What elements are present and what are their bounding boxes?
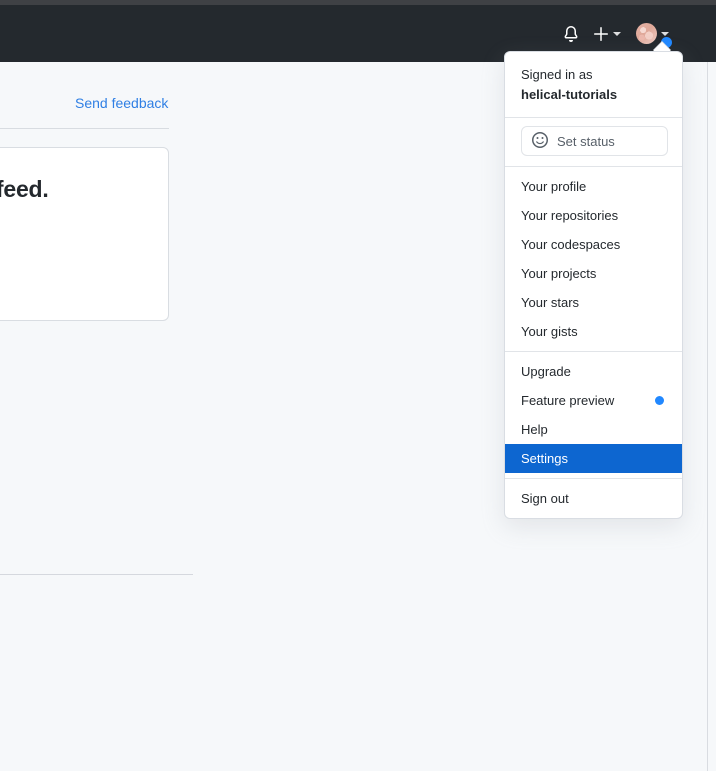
bell-icon (563, 25, 579, 42)
menu-item-help[interactable]: Help (505, 415, 682, 444)
signed-in-username: helical-tutorials (521, 87, 618, 102)
lower-divider (0, 574, 193, 575)
dropdown-group-account: Upgrade Feature preview Help Settings (505, 352, 682, 478)
plus-icon (593, 26, 609, 42)
menu-item-label: Your stars (521, 295, 580, 310)
feature-preview-badge-dot (655, 396, 664, 405)
menu-item-label: Help (521, 422, 548, 437)
news-feed-card: news feed. (0, 147, 169, 321)
dropdown-arrow (653, 42, 671, 51)
chevron-down-icon (613, 31, 621, 36)
set-status-button[interactable]: Set status (521, 126, 668, 156)
chevron-down-icon (661, 31, 669, 36)
menu-item-label: Your projects (521, 266, 597, 281)
dropdown-group-personal: Your profile Your repositories Your code… (505, 167, 682, 351)
menu-item-your-profile[interactable]: Your profile (505, 172, 682, 201)
menu-item-sign-out[interactable]: Sign out (505, 484, 682, 513)
user-menu-button[interactable] (628, 23, 674, 50)
menu-item-your-gists[interactable]: Your gists (505, 317, 682, 346)
menu-item-label: Your profile (521, 179, 587, 194)
menu-item-feature-preview[interactable]: Feature preview (505, 386, 682, 415)
avatar (636, 23, 657, 44)
menu-item-label: Your repositories (521, 208, 619, 223)
page-scrollbar-strip[interactable] (707, 62, 716, 771)
notifications-button[interactable] (556, 17, 586, 51)
create-new-button[interactable] (586, 17, 628, 51)
signed-in-section: Signed in as helical-tutorials (505, 52, 682, 117)
signed-in-label: Signed in as (521, 67, 593, 82)
menu-item-your-codespaces[interactable]: Your codespaces (505, 230, 682, 259)
set-status-section: Set status (505, 118, 682, 166)
menu-item-label: Settings (521, 451, 568, 466)
dropdown-group-session: Sign out (505, 479, 682, 518)
user-dropdown-menu: Signed in as helical-tutorials Set statu… (504, 51, 683, 519)
set-status-label: Set status (557, 133, 615, 149)
menu-item-label: Your gists (521, 324, 578, 339)
menu-item-label: Upgrade (521, 364, 571, 379)
menu-item-label: Sign out (521, 491, 569, 506)
menu-item-your-stars[interactable]: Your stars (505, 288, 682, 317)
smiley-icon (532, 131, 548, 151)
send-feedback-link[interactable]: Send feedback (75, 95, 168, 111)
menu-item-label: Your codespaces (521, 237, 621, 252)
menu-item-your-projects[interactable]: Your projects (505, 259, 682, 288)
menu-item-upgrade[interactable]: Upgrade (505, 357, 682, 386)
menu-item-settings[interactable]: Settings (505, 444, 682, 473)
menu-item-label: Feature preview (521, 393, 615, 408)
news-feed-card-text: news feed. (0, 176, 49, 202)
content-divider (0, 128, 169, 129)
menu-item-your-repositories[interactable]: Your repositories (505, 201, 682, 230)
